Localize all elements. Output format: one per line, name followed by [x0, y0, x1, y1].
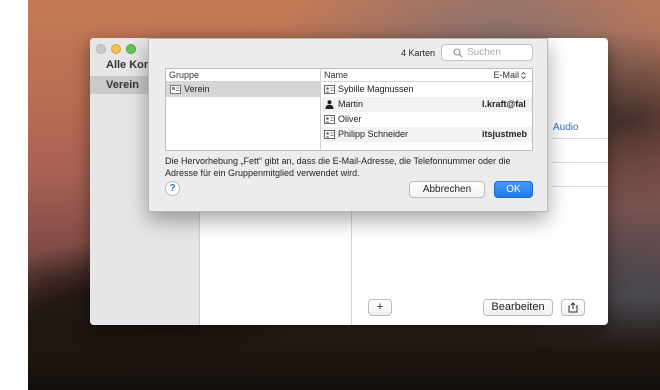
- group-dialog-sheet: 4 Karten Gruppe Verein Name E-Mail: [148, 38, 548, 212]
- search-icon: [453, 48, 463, 58]
- contact-card-icon: [324, 85, 335, 94]
- contact-row[interactable]: Philipp Schneider itsjustmeb: [322, 127, 532, 142]
- group-card-icon: [170, 85, 181, 94]
- card-count: 4 Karten: [400, 48, 435, 58]
- ok-button[interactable]: OK: [494, 181, 533, 198]
- close-window-button[interactable]: [96, 44, 106, 54]
- edit-button[interactable]: Bearbeiten: [483, 299, 553, 316]
- bold-explanation-text: Die Hervorhebung „Fett“ gibt an, dass di…: [165, 156, 511, 178]
- contact-name: Sybille Magnussen: [338, 84, 414, 94]
- name-header-label: Name: [324, 70, 349, 80]
- maximize-window-button[interactable]: [126, 44, 136, 54]
- group-column: Gruppe Verein: [166, 69, 321, 150]
- email-header-label: E-Mail: [493, 70, 519, 80]
- contact-name: Oliver: [338, 114, 362, 124]
- cancel-button[interactable]: Abbrechen: [409, 181, 485, 198]
- group-label: Verein: [184, 84, 210, 94]
- contact-email: l.kraft@fal: [482, 99, 526, 109]
- search-field[interactable]: [441, 44, 533, 61]
- detail-divider: [552, 138, 608, 139]
- contacts-column: Name E-Mail Sybille Magnussen Martin l.k…: [322, 69, 532, 150]
- detail-divider: [552, 162, 608, 163]
- contact-card-icon: [324, 130, 335, 139]
- contact-row[interactable]: Martin l.kraft@fal: [322, 97, 532, 112]
- share-button[interactable]: [561, 299, 585, 316]
- share-icon: [568, 302, 578, 313]
- group-row-verein[interactable]: Verein: [166, 82, 320, 97]
- contact-name: Philipp Schneider: [338, 129, 409, 139]
- contact-row[interactable]: Oliver: [322, 112, 532, 127]
- search-input[interactable]: [467, 46, 529, 59]
- group-contact-table: Gruppe Verein Name E-Mail Sybille Magnus…: [165, 68, 533, 151]
- audio-link[interactable]: Audio: [553, 122, 579, 133]
- add-contact-button[interactable]: +: [368, 299, 392, 316]
- help-button[interactable]: ?: [165, 181, 180, 196]
- minimize-window-button[interactable]: [111, 44, 121, 54]
- group-column-header[interactable]: Gruppe: [166, 69, 320, 82]
- contact-row[interactable]: Sybille Magnussen: [322, 82, 532, 97]
- sort-chevron-icon: [521, 72, 526, 79]
- email-column-header[interactable]: E-Mail: [493, 69, 526, 82]
- contact-name: Martin: [338, 99, 364, 109]
- window-controls: [96, 44, 136, 54]
- contact-email: itsjustmeb: [482, 129, 528, 139]
- detail-divider: [552, 186, 608, 187]
- person-silhouette-icon: [325, 100, 334, 109]
- contact-card-icon: [324, 115, 335, 124]
